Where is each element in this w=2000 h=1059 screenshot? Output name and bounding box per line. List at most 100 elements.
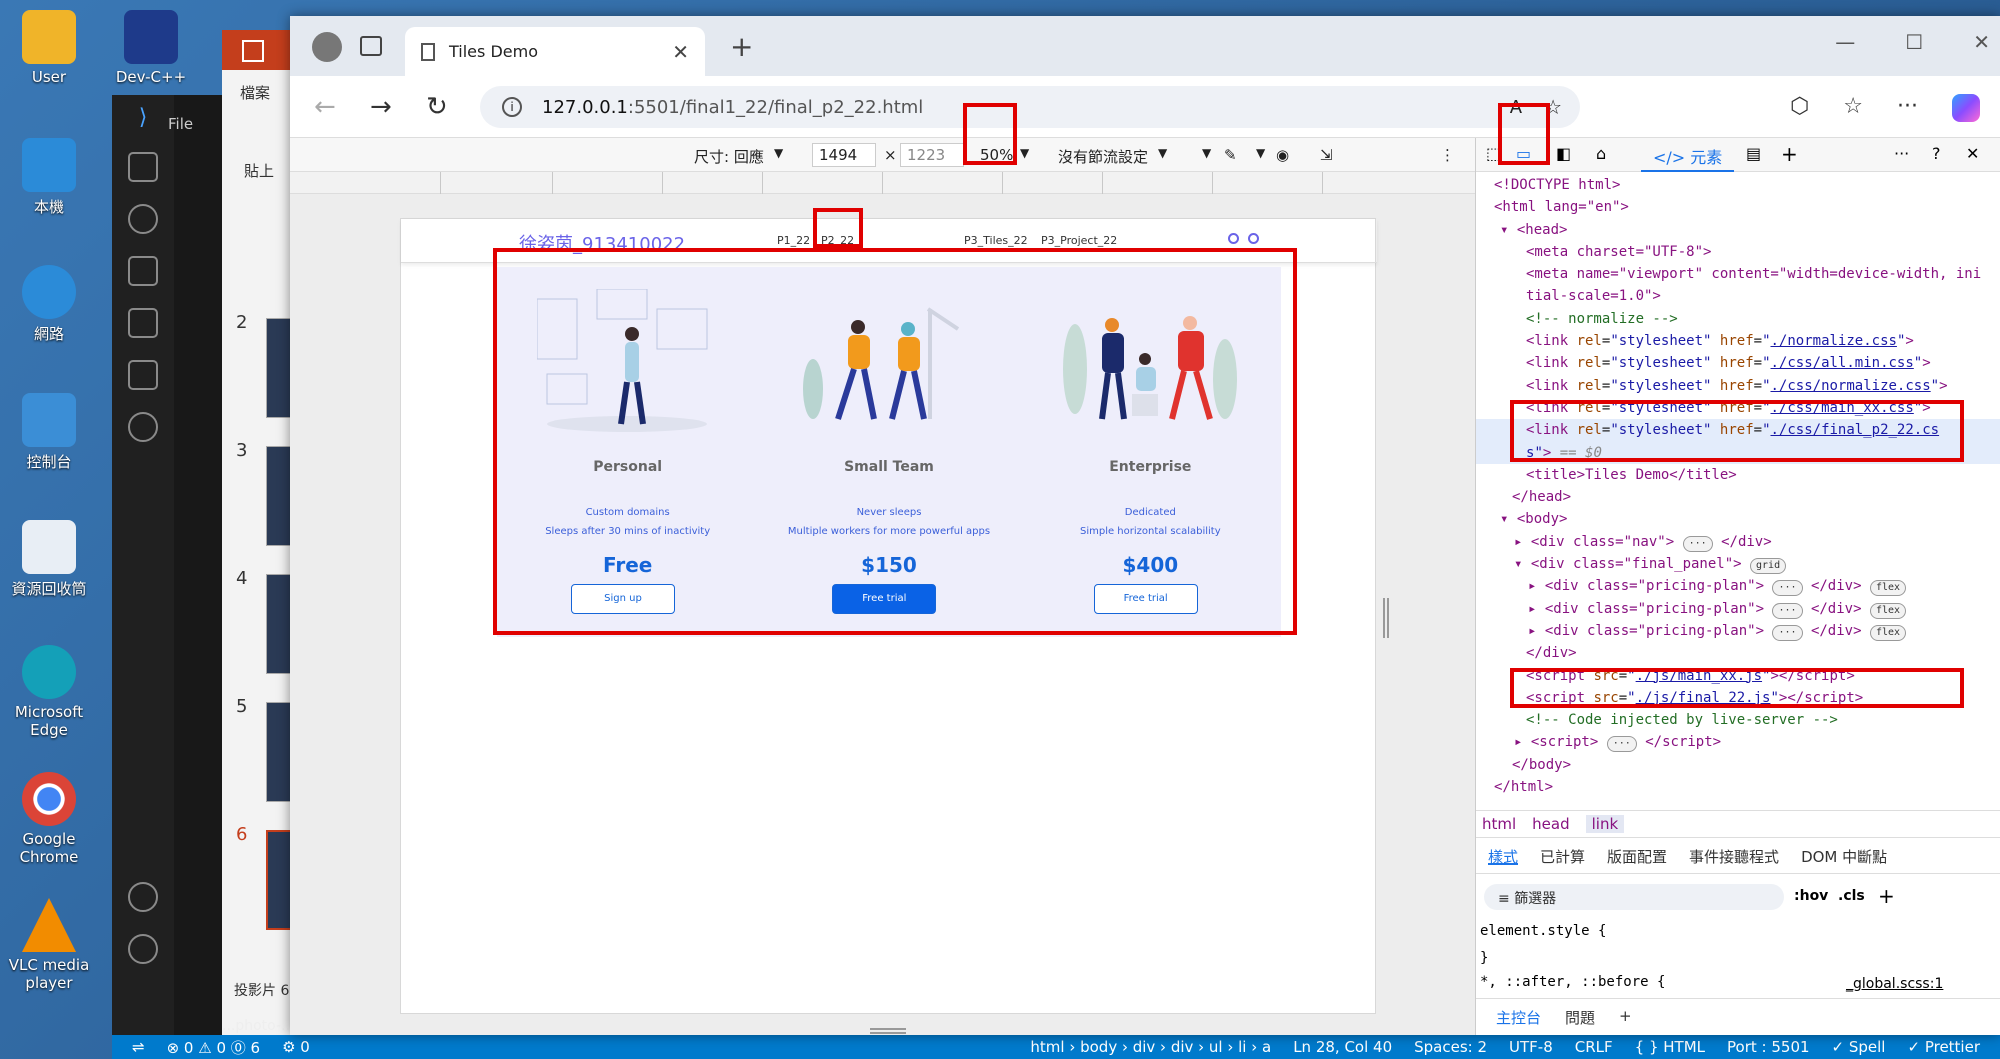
chevron-down-icon[interactable]: ▼ xyxy=(1256,146,1265,160)
dom-node[interactable]: <title>Tiles Demo</title> xyxy=(1476,464,2000,486)
globe-icon[interactable] xyxy=(1248,233,1259,244)
account-icon[interactable] xyxy=(128,882,158,912)
desktop-icon-chrome[interactable]: Google Chrome xyxy=(6,772,92,866)
dom-node[interactable]: ▸ <div class="nav"> ··· </div> xyxy=(1476,531,2000,553)
status-port[interactable]: Port : 5501 xyxy=(1727,1038,1810,1056)
search-icon[interactable] xyxy=(128,204,158,234)
dom-node[interactable]: </html> xyxy=(1476,776,2000,798)
desktop-icon-edge[interactable]: Microsoft Edge xyxy=(6,645,92,739)
element-style-rule[interactable]: element.style { xyxy=(1480,918,2000,945)
dom-node[interactable]: ▸ <div class="pricing-plan"> ··· </div> … xyxy=(1476,598,2000,620)
dom-node[interactable]: ▾ <div class="final_panel"> grid xyxy=(1476,553,2000,575)
crumb-head[interactable]: head xyxy=(1532,815,1569,833)
close-window-icon[interactable]: ✕ xyxy=(1973,30,1990,54)
status-spell[interactable]: ✓ Spell xyxy=(1832,1038,1886,1056)
extensions-puzzle-icon[interactable]: ⬡ xyxy=(1790,94,1809,122)
global-scss-link[interactable]: _global.scss:1 xyxy=(1846,976,1943,992)
settings-gear-icon[interactable] xyxy=(128,934,158,964)
copilot-icon[interactable] xyxy=(1952,94,1980,122)
desktop-icon-control-panel[interactable]: 控制台 xyxy=(6,393,92,472)
tab-styles[interactable]: 樣式 xyxy=(1488,846,1519,866)
device-more-icon[interactable]: ⋮ xyxy=(1440,146,1455,164)
href-link[interactable]: ./css/all.min.css xyxy=(1771,355,1914,371)
dom-node[interactable]: <meta name="viewport" content="width=dev… xyxy=(1476,263,2000,285)
new-tab-icon[interactable]: + xyxy=(730,30,753,63)
dom-node[interactable]: <link rel="stylesheet" href="./normalize… xyxy=(1476,330,2000,352)
styles-filter-input[interactable]: ≡ 篩選器 xyxy=(1484,884,1784,910)
dom-node[interactable]: <link rel="stylesheet" href="./css/norma… xyxy=(1476,375,2000,397)
minimize-icon[interactable]: — xyxy=(1835,30,1855,54)
eyedropper-icon[interactable]: ✎ xyxy=(1224,146,1237,164)
tab-actions-icon[interactable] xyxy=(360,36,382,56)
extensions-icon[interactable] xyxy=(128,360,158,390)
grid-badge[interactable]: grid xyxy=(1750,558,1787,575)
tab-issues[interactable]: 問題 xyxy=(1565,1007,1595,1027)
dom-node[interactable]: ▾ <head> xyxy=(1476,219,2000,241)
dock-icon[interactable]: ◧ xyxy=(1556,144,1571,163)
site-info-icon[interactable]: i xyxy=(502,97,522,117)
dom-node[interactable]: ▸ <div class="pricing-plan"> ··· </div> … xyxy=(1476,575,2000,597)
close-devtools-icon[interactable]: ✕ xyxy=(1966,144,1979,163)
flex-badge[interactable]: flex xyxy=(1869,580,1907,597)
universal-selector-rule[interactable]: *, ::after, ::before { xyxy=(1480,974,1665,990)
hov-toggle[interactable]: :hov xyxy=(1794,888,1828,904)
dom-node[interactable]: <link rel="stylesheet" href="./css/all.m… xyxy=(1476,352,2000,374)
viewport-resize-handle[interactable] xyxy=(1383,598,1389,638)
run-debug-icon[interactable] xyxy=(128,308,158,338)
dom-node[interactable]: <html lang="en"> xyxy=(1476,196,2000,218)
tab-elements[interactable]: </> 元素 xyxy=(1641,138,1735,172)
desktop-icon-recycle-bin[interactable]: 資源回收筒 xyxy=(6,520,92,599)
dimensions-select[interactable]: 尺寸: 回應 xyxy=(694,146,764,167)
devtools-more-icon[interactable]: ··· xyxy=(1894,144,1909,163)
status-line-ending[interactable]: CRLF xyxy=(1575,1038,1613,1056)
tab-computed[interactable]: 已計算 xyxy=(1540,846,1585,866)
chevron-down-icon[interactable]: ▼ xyxy=(1202,146,1211,160)
welcome-home-icon[interactable]: ⌂ xyxy=(1596,144,1606,163)
width-input[interactable]: 1494 xyxy=(812,143,876,167)
crumb-html[interactable]: html xyxy=(1482,815,1516,833)
dom-node[interactable]: </head> xyxy=(1476,486,2000,508)
favorites-icon[interactable]: ☆ xyxy=(1843,94,1863,122)
refresh-icon[interactable]: ↻ xyxy=(426,92,448,122)
status-prettier[interactable]: ✓ Prettier xyxy=(1907,1038,1980,1056)
more-menu-icon[interactable]: ··· xyxy=(1897,94,1918,122)
new-style-rule-icon[interactable]: + xyxy=(1878,884,1895,908)
vscode-menu-file[interactable]: File xyxy=(168,115,193,133)
href-link[interactable]: ./normalize.css xyxy=(1771,333,1897,349)
dom-node[interactable]: </div> xyxy=(1476,642,2000,664)
flex-badge[interactable]: flex xyxy=(1869,602,1907,619)
viewport-height-grip[interactable] xyxy=(870,1028,906,1034)
add-drawer-tab-icon[interactable]: + xyxy=(1619,1007,1632,1027)
flex-badge[interactable]: flex xyxy=(1869,624,1907,641)
dom-node[interactable]: ▸ <div class="pricing-plan"> ··· </div> … xyxy=(1476,620,2000,642)
ports-count[interactable]: ⚙ 0 xyxy=(282,1038,310,1056)
help-icon[interactable]: ? xyxy=(1932,144,1941,163)
collapsed-dots[interactable]: ··· xyxy=(1772,624,1803,641)
throttle-select[interactable]: 沒有節流設定 xyxy=(1058,146,1148,167)
collapsed-dots[interactable]: ··· xyxy=(1772,580,1803,597)
remote-icon[interactable] xyxy=(128,412,158,442)
forward-icon[interactable]: → xyxy=(370,92,392,122)
add-panel-icon[interactable]: + xyxy=(1781,142,1798,166)
desktop-icon-vlc[interactable]: VLC media player xyxy=(6,898,92,992)
chevron-down-icon[interactable]: ▼ xyxy=(1020,146,1029,160)
height-input[interactable]: 1223 xyxy=(900,143,964,167)
dom-node[interactable]: <!DOCTYPE html> xyxy=(1476,174,2000,196)
chevron-down-icon[interactable]: ▼ xyxy=(774,146,783,160)
crumb-link[interactable]: link xyxy=(1585,815,1625,833)
collapsed-dots[interactable]: ··· xyxy=(1606,736,1637,753)
nav-link-p1[interactable]: P1_22 xyxy=(777,234,810,247)
vision-icon[interactable]: ◉ xyxy=(1276,146,1289,164)
dom-node[interactable]: <meta charset="UTF-8"> xyxy=(1476,241,2000,263)
status-encoding[interactable]: UTF-8 xyxy=(1509,1038,1553,1056)
dom-node[interactable]: ▾ <body> xyxy=(1476,508,2000,530)
dom-comment[interactable]: <!-- normalize --> xyxy=(1476,308,2000,330)
tab-layout[interactable]: 版面配置 xyxy=(1607,846,1667,866)
profile-avatar-icon[interactable] xyxy=(312,32,342,62)
desktop-icon-network[interactable]: 網路 xyxy=(6,265,92,344)
tab-tiles-demo[interactable]: Tiles Demo ✕ xyxy=(405,27,705,76)
dom-node[interactable]: </body> xyxy=(1476,754,2000,776)
back-icon[interactable]: ← xyxy=(314,92,336,122)
status-language[interactable]: { } HTML xyxy=(1635,1038,1705,1056)
status-cursor-position[interactable]: Ln 28, Col 40 xyxy=(1293,1038,1392,1056)
